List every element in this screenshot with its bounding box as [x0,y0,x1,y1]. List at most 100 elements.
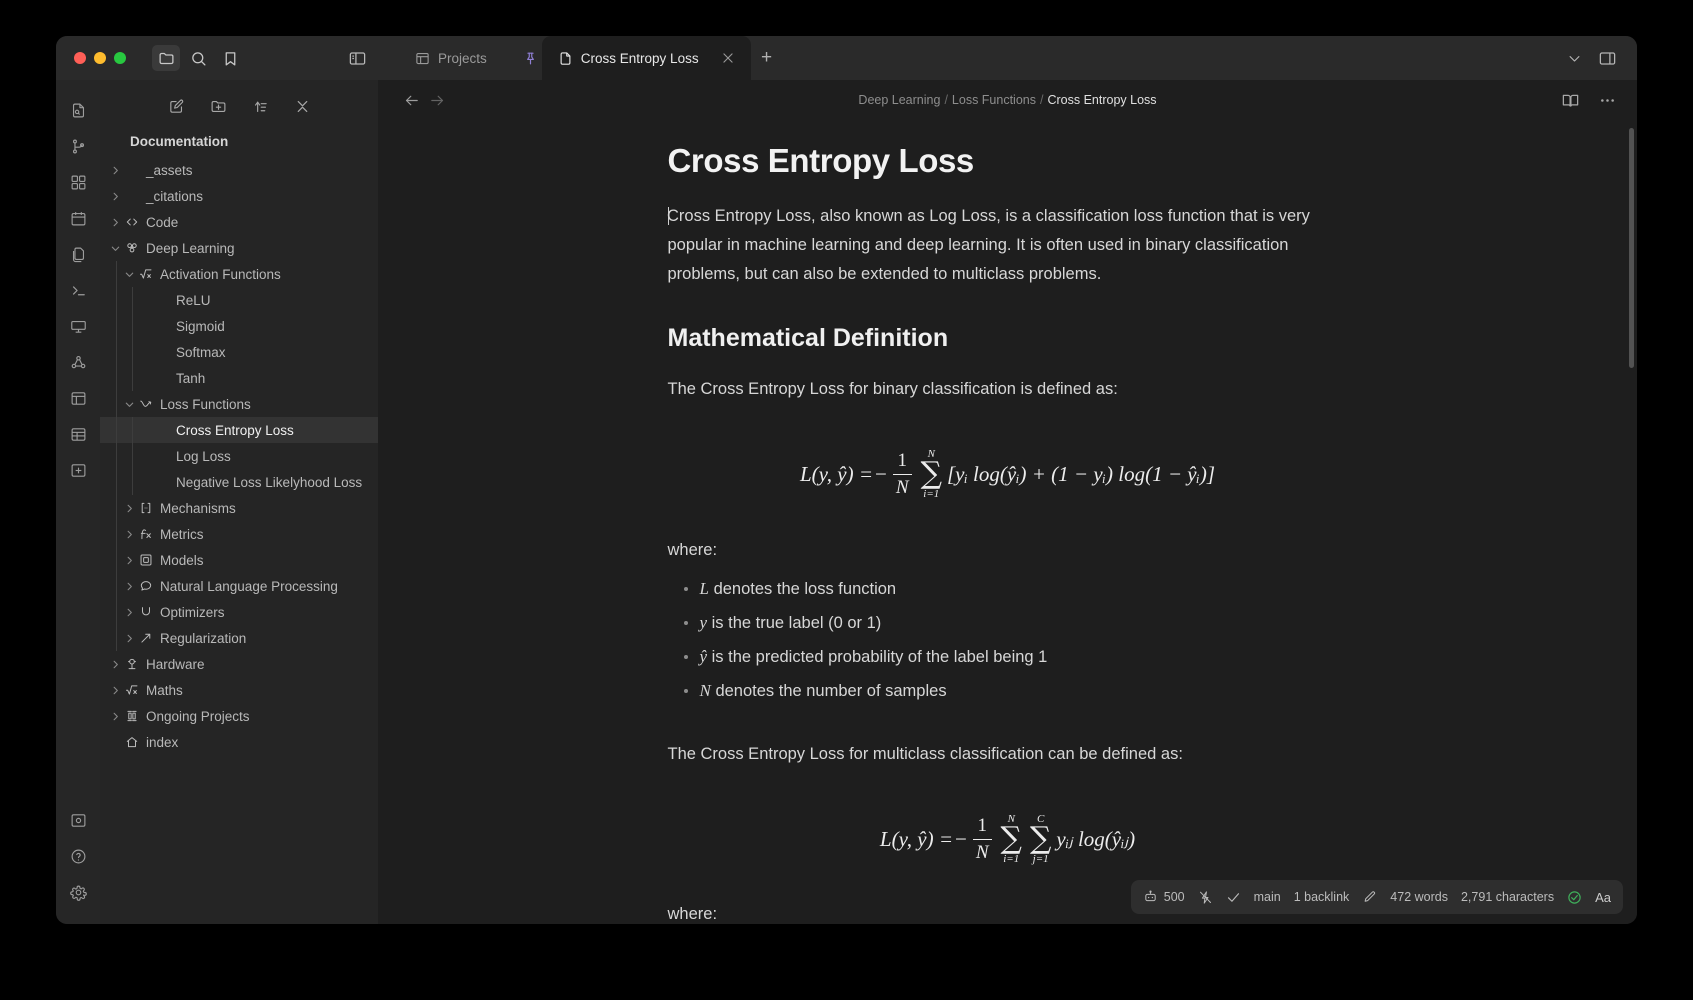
folder-icon[interactable] [152,45,180,71]
tree-item-natural-language-processing[interactable]: Natural Language Processing [100,573,378,599]
search-icon[interactable] [184,45,212,71]
tab-pin-indicator[interactable] [503,36,542,80]
new-tab-button[interactable]: + [751,36,783,80]
character-count[interactable]: 2,791 characters [1461,890,1554,904]
graph-icon[interactable] [63,346,93,378]
chevron-right-icon[interactable] [108,659,122,670]
sync-ok-icon[interactable] [1567,890,1582,905]
tree-item-relu[interactable]: ReLU [100,287,378,313]
grid-icon[interactable] [63,166,93,198]
where-item-text: denotes the loss function [714,580,897,598]
tree-item-mechanisms[interactable]: Mechanisms [100,495,378,521]
chevron-down-icon[interactable] [122,399,136,410]
slides-icon[interactable] [63,310,93,342]
tab-projects[interactable]: Projects [399,36,503,80]
multiclass-lead-paragraph: The Cross Entropy Loss for multiclass cl… [668,740,1348,769]
vertical-scrollbar[interactable] [1629,128,1634,368]
pencil-icon[interactable] [1362,890,1377,905]
tree-item-citations[interactable]: _citations [100,183,378,209]
tree-item-code[interactable]: Code [100,209,378,235]
chevron-right-icon[interactable] [108,165,122,176]
arrow-right-icon[interactable] [424,92,450,109]
tree-item-maths[interactable]: Maths [100,677,378,703]
token-count: 500 [1164,890,1185,904]
traffic-lights [56,52,126,64]
breadcrumb-part-3[interactable]: Cross Entropy Loss [1047,93,1156,107]
breadcrumb-part-2[interactable]: Loss Functions [952,93,1036,107]
new-folder-icon[interactable] [207,95,229,117]
tree-item-sigmoid[interactable]: Sigmoid [100,313,378,339]
chevron-right-icon[interactable] [122,503,136,514]
speech-icon [136,579,156,593]
tree-item-regularization[interactable]: Regularization [100,625,378,651]
chevron-right-icon[interactable] [122,581,136,592]
git-branch-name[interactable]: main [1254,890,1281,904]
tree-item-metrics[interactable]: Metrics [100,521,378,547]
tree-item-optimizers[interactable]: Optimizers [100,599,378,625]
vault-icon[interactable] [63,804,93,836]
maximize-window-button[interactable] [114,52,126,64]
word-count[interactable]: 472 words [1390,890,1448,904]
files-icon[interactable] [63,238,93,270]
tree-item-activation-functions[interactable]: Activation Functions [100,261,378,287]
chevron-right-icon[interactable] [108,191,122,202]
chevron-right-icon[interactable] [108,685,122,696]
git-branch-icon[interactable] [63,130,93,162]
close-icon[interactable] [721,51,735,65]
terminal-icon[interactable] [63,274,93,306]
chevron-down-icon[interactable] [108,243,122,254]
tree-item-softmax[interactable]: Softmax [100,339,378,365]
reading-view-icon[interactable] [1561,91,1580,110]
chevron-right-icon[interactable] [108,217,122,228]
chevron-right-icon[interactable] [122,555,136,566]
tree-item-deep-learning[interactable]: Deep Learning [100,235,378,261]
binary-lead-paragraph: The Cross Entropy Loss for binary classi… [668,375,1348,404]
tree-item-tanh[interactable]: Tanh [100,365,378,391]
sort-icon[interactable] [249,95,271,117]
table-layout-icon[interactable] [63,382,93,414]
more-options-icon[interactable] [1598,91,1617,110]
calendar-icon[interactable] [63,202,93,234]
chevron-down-icon[interactable] [122,269,136,280]
spark-off-icon[interactable] [1198,890,1213,905]
left-sidebar-toggle-icon[interactable] [348,49,367,68]
gear-icon[interactable] [63,876,93,908]
font-size-toggle[interactable]: Aa [1595,890,1611,905]
tree-item-models[interactable]: Models [100,547,378,573]
tree-item-loss-functions[interactable]: Loss Functions [100,391,378,417]
tree-indent-guide [116,547,117,573]
chevron-right-icon[interactable] [122,607,136,618]
tree-item-log-loss[interactable]: Log Loss [100,443,378,469]
chevron-down-icon[interactable] [1567,51,1582,66]
math-symbol: L [700,579,709,598]
help-icon[interactable] [63,840,93,872]
chevron-right-icon[interactable] [108,711,122,722]
tree-item-ongoing-projects[interactable]: Ongoing Projects [100,703,378,729]
tree-item-cross-entropy-loss[interactable]: Cross Entropy Loss [100,417,378,443]
tree-item-negative-loss-likelyhood-loss[interactable]: Negative Loss Likelyhood Loss [100,469,378,495]
tab-cross-entropy-loss[interactable]: Cross Entropy Loss [542,36,751,80]
pin-icon[interactable] [523,51,538,66]
chevron-right-icon[interactable] [122,633,136,644]
tree-item-assets[interactable]: _assets [100,157,378,183]
tree-item-hardware[interactable]: Hardware [100,651,378,677]
document-scroll-area[interactable]: Cross Entropy Loss Cross Entropy Loss, a… [378,120,1637,924]
breadcrumb-part-1[interactable]: Deep Learning [858,93,940,107]
check-icon[interactable] [1226,890,1241,905]
right-sidebar-toggle-icon[interactable] [1598,49,1617,68]
tree-item-index[interactable]: index [100,729,378,755]
bookmark-icon[interactable] [216,45,244,71]
new-note-icon[interactable] [165,95,187,117]
backlink-count[interactable]: 1 backlink [1294,890,1350,904]
breadcrumb[interactable]: Deep Learning/Loss Functions/Cross Entro… [378,93,1637,107]
spreadsheet-icon[interactable] [63,418,93,450]
minimize-window-button[interactable] [94,52,106,64]
document-body[interactable]: Cross Entropy Loss Cross Entropy Loss, a… [658,120,1358,924]
status-token-counter[interactable]: 500 [1143,890,1185,905]
arrow-left-icon[interactable] [398,92,424,109]
file-search-icon[interactable] [63,94,93,126]
collapse-all-icon[interactable] [291,95,313,117]
close-window-button[interactable] [74,52,86,64]
chevron-right-icon[interactable] [122,529,136,540]
export-icon[interactable] [63,454,93,486]
